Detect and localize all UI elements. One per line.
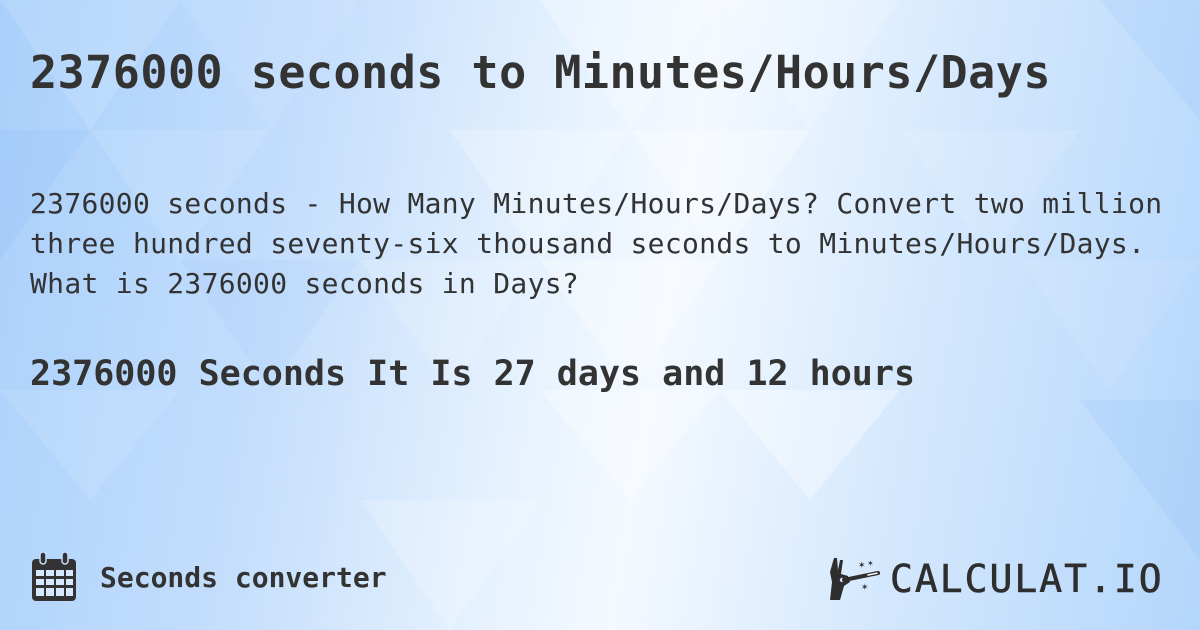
svg-text:✶: ✶	[858, 561, 866, 571]
page-description: 2376000 seconds - How Many Minutes/Hours…	[30, 187, 1163, 300]
page-title: 2376000 seconds to Minutes/Hours/Days	[30, 46, 1051, 99]
calculat-io-logo[interactable]: ✶ ✶ ✶ CALCULAT.IO	[828, 556, 1164, 602]
category-link[interactable]: Seconds converter	[30, 551, 387, 603]
conversion-answer: 2376000 Seconds It Is 27 days and 12 hou…	[30, 354, 916, 394]
category-label: Seconds converter	[100, 560, 387, 594]
logo-text: CALCULAT.IO	[890, 557, 1164, 602]
magic-wand-hand-icon: ✶ ✶ ✶	[830, 558, 880, 600]
svg-text:✶: ✶	[867, 559, 874, 568]
svg-text:✶: ✶	[861, 583, 869, 593]
calendar-icon	[32, 551, 76, 601]
